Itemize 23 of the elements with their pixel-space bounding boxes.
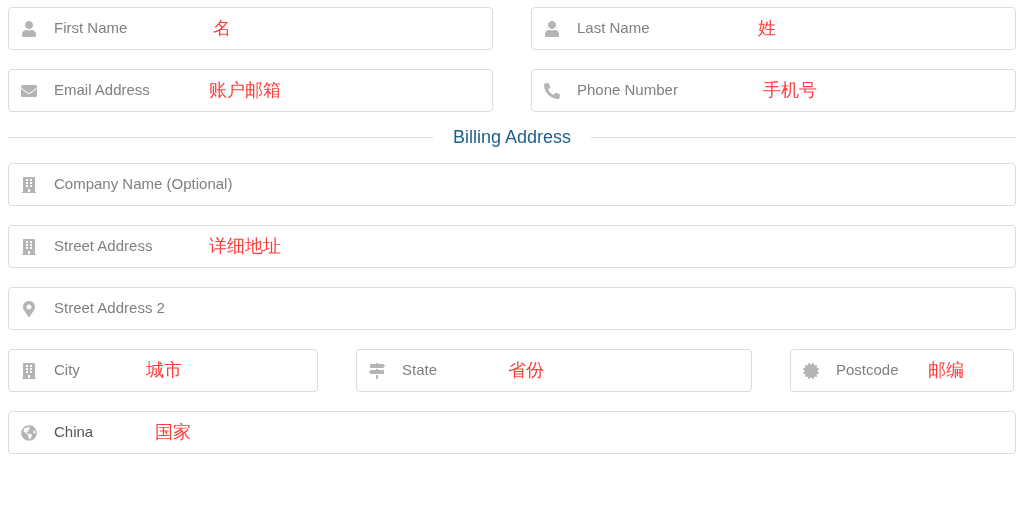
text-field[interactable]: Street Address 2 [8,287,1016,330]
annotation-text: 手机号 [763,79,817,102]
person-icon [544,20,560,37]
building-icon [21,176,37,193]
annotation-text: 姓 [758,17,776,40]
person-icon [21,20,37,37]
signpost-icon [369,362,385,379]
section-heading: Billing Address [452,126,572,149]
seal-icon [803,362,819,379]
annotation-text: 邮编 [928,359,964,382]
annotation-text: 名 [213,17,231,40]
annotation-text: 账户邮箱 [209,79,281,102]
annotation-text: 省份 [508,359,544,382]
annotation-text: 国家 [155,421,191,444]
map-pin-icon [21,300,37,317]
phone-icon [544,82,560,99]
globe-icon [21,424,37,441]
annotation-text: 详细地址 [209,235,281,258]
building-icon [21,238,37,255]
annotation-text: 城市 [146,359,182,382]
building-icon [21,362,37,379]
text-field[interactable]: Company Name (Optional) [8,163,1016,206]
envelope-icon [21,82,37,99]
